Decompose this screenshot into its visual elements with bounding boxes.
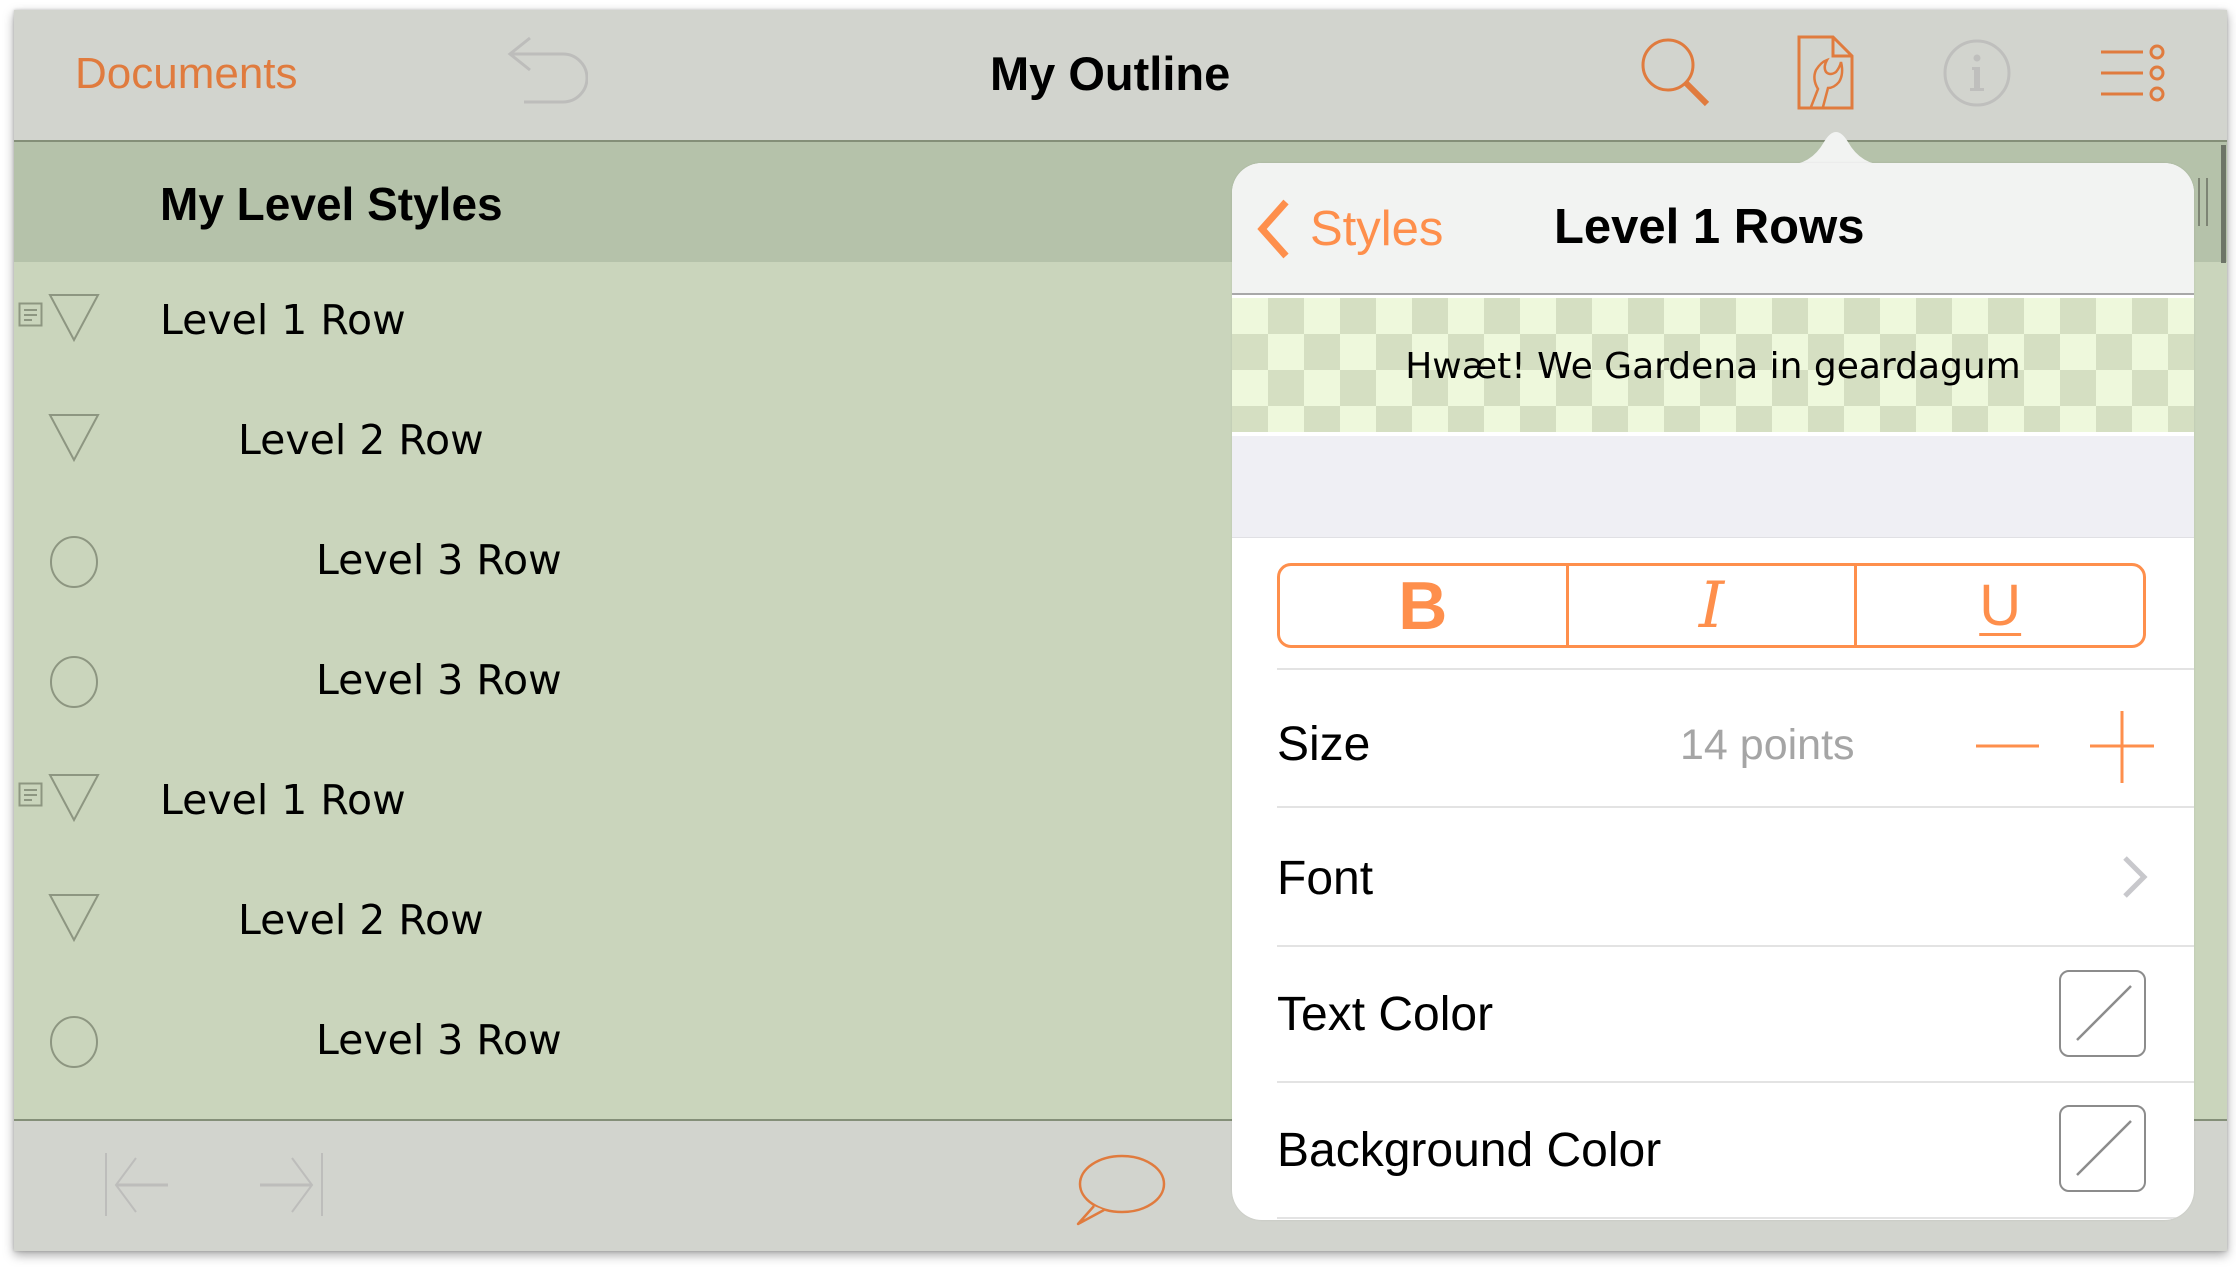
bullet-circle-icon[interactable] [48,656,100,708]
row-label[interactable]: Level 3 Row [316,1014,562,1066]
style-icon[interactable] [1796,34,1858,112]
disclosure-triangle-icon[interactable] [48,772,100,824]
section-spacer [1232,436,2194,538]
more-menu-icon[interactable] [2098,38,2170,108]
scrollbar[interactable] [2221,145,2226,263]
note-icon[interactable] [18,302,44,328]
bold-button[interactable]: B [1280,566,1566,645]
size-value: 14 points [1680,721,1855,769]
row-label[interactable]: Level 3 Row [316,534,562,586]
row-label[interactable]: Level 1 Row [160,294,406,346]
chevron-left-icon [1257,199,1289,259]
outline-row[interactable] [14,622,1232,742]
preview-text: Hwæt! We Gardena in geardagum [1405,345,2021,387]
style-popover: Styles Level 1 Rows Hwæt! We Gardena in … [1232,163,2194,1220]
popover-title: Level 1 Rows [1554,200,1865,254]
popover-arrow [1786,132,1886,165]
divider [1277,1217,2194,1219]
chevron-right-icon [2123,856,2148,898]
background-color-label: Background Color [1277,1124,1662,1177]
font-row[interactable] [1232,808,2194,945]
disclosure-triangle-icon[interactable] [48,412,100,464]
row-label[interactable]: Level 2 Row [238,414,484,466]
no-color-icon [2076,985,2132,1041]
bullet-circle-icon[interactable] [48,1016,100,1068]
row-label[interactable]: Level 2 Row [238,894,484,946]
row-label[interactable]: Level 1 Row [160,774,406,826]
size-label: Size [1277,718,1371,771]
outline-row[interactable] [14,502,1232,622]
disclosure-triangle-icon[interactable] [48,292,100,344]
undo-icon[interactable] [498,30,588,120]
italic-button[interactable]: I [1565,566,1855,645]
divider [1277,668,2194,670]
comment-icon[interactable] [1072,1148,1168,1228]
divider [1277,1081,2194,1083]
no-color-icon [2076,1120,2132,1176]
disclosure-triangle-icon[interactable] [48,892,100,944]
note-icon[interactable] [18,782,44,808]
info-icon[interactable] [1942,38,2012,108]
documents-button[interactable]: Documents [75,48,298,100]
outline-row[interactable] [14,982,1232,1102]
indent-icon[interactable] [252,1150,332,1220]
font-label: Font [1277,852,1374,905]
bullet-circle-icon[interactable] [48,536,100,588]
divider [1277,945,2194,947]
decrease-size-button[interactable] [1972,723,2042,769]
outline-row[interactable] [14,382,1232,502]
outline-row[interactable] [14,862,1232,982]
background-color-swatch[interactable] [2059,1105,2146,1192]
text-color-label: Text Color [1277,988,1494,1041]
document-title: My Outline [990,47,1231,100]
back-to-styles-button[interactable]: Styles [1256,199,1443,259]
search-icon[interactable] [1636,34,1716,114]
section-title: My Level Styles [160,178,503,230]
back-label: Styles [1310,202,1444,256]
increase-size-button[interactable] [2088,709,2158,785]
row-label[interactable]: Level 3 Row [316,654,562,706]
underline-button[interactable]: U [1854,566,2143,645]
drag-handle[interactable] [2196,178,2210,226]
text-color-swatch[interactable] [2059,970,2146,1057]
text-style-segmented-control: B I U [1277,563,2146,648]
outdent-icon[interactable] [96,1150,176,1220]
